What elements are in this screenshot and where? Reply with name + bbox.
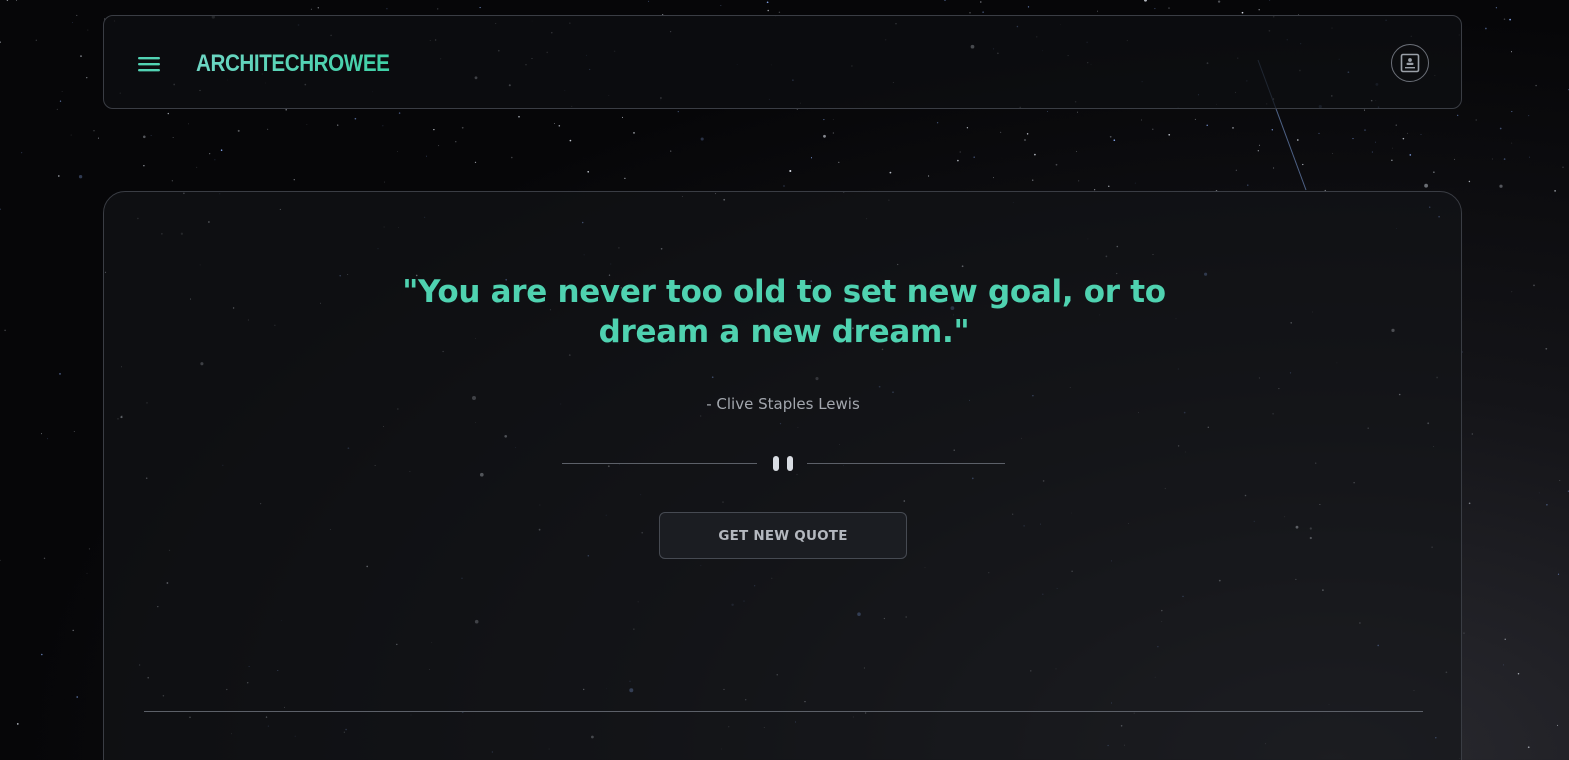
pause-icon[interactable] [773, 456, 795, 472]
divider-left [562, 463, 757, 464]
divider-right [807, 463, 1005, 464]
hamburger-menu-icon [138, 57, 160, 72]
quote-author: - Clive Staples Lewis [706, 395, 860, 413]
get-new-quote-button[interactable]: GET NEW QUOTE [659, 512, 907, 559]
hamburger-menu-button[interactable] [132, 47, 166, 81]
quote-text: "You are never too old to set new goal, … [402, 274, 1166, 350]
profile-button[interactable] [1391, 44, 1429, 82]
card-bottom-divider [144, 711, 1423, 712]
brand-logo[interactable]: ARCHITECHROWEE [196, 47, 390, 81]
contact-card-icon [1400, 53, 1420, 73]
